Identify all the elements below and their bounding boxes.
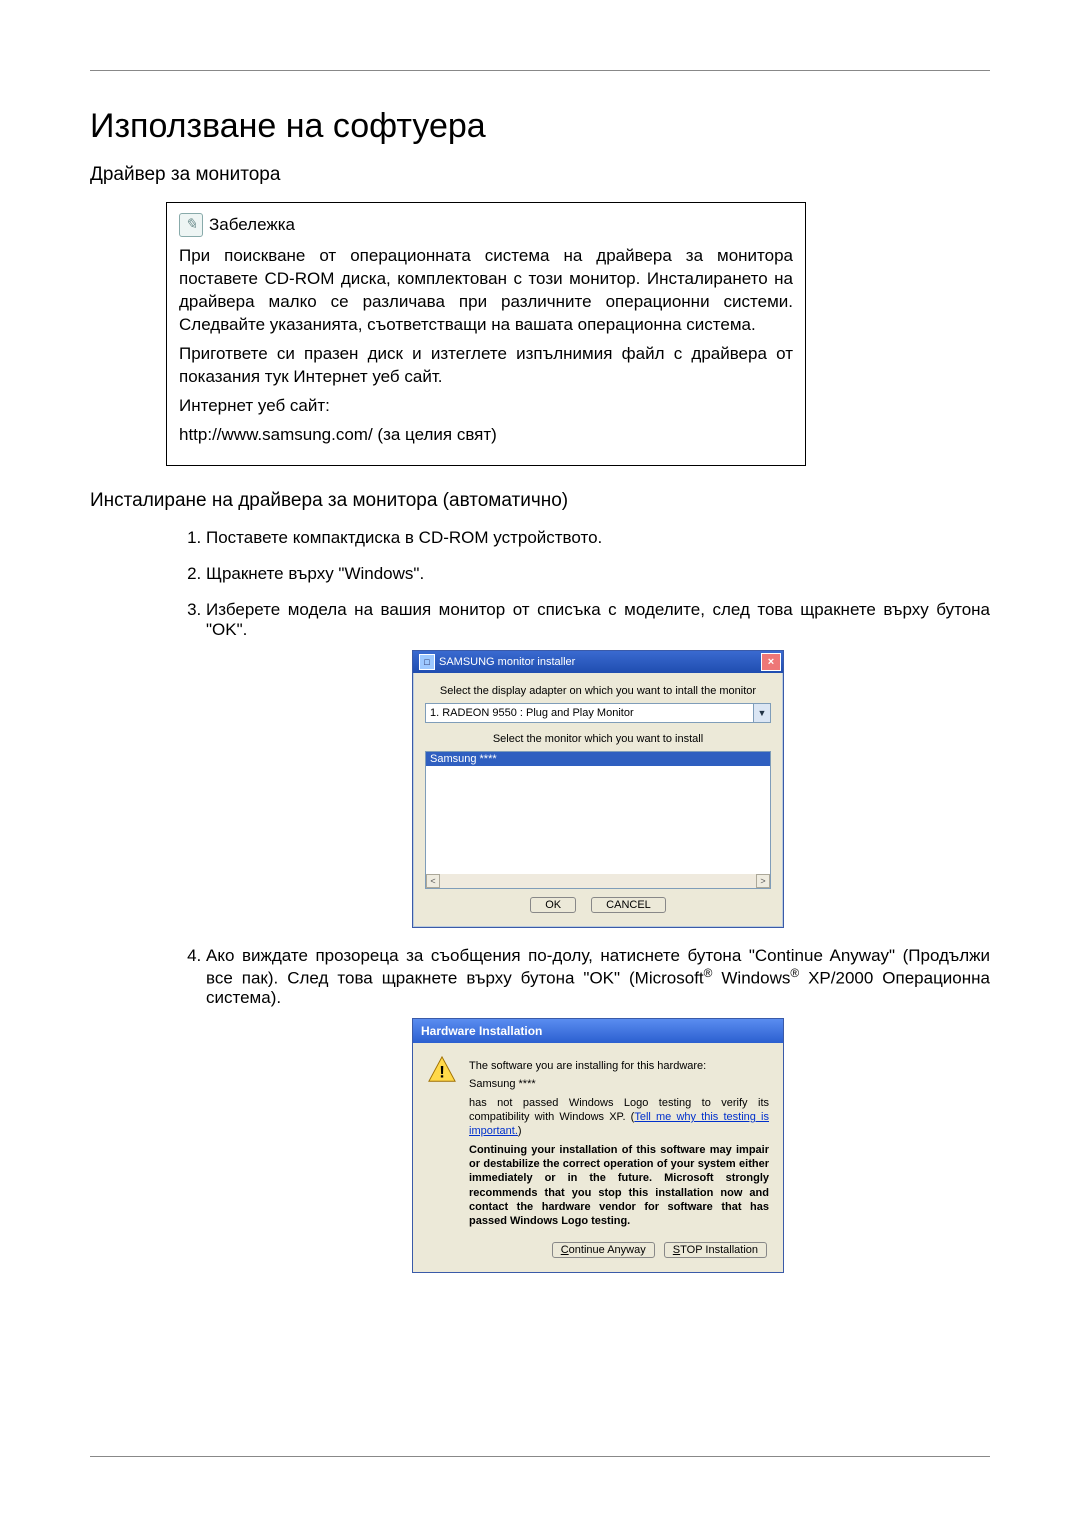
hw-message: The software you are installing for this… <box>469 1055 769 1232</box>
continue-anyway-button[interactable]: Continue Anyway <box>552 1242 655 1258</box>
scroll-left-icon[interactable]: < <box>426 874 440 888</box>
hw-title-text: Hardware Installation <box>421 1024 542 1038</box>
svg-text:!: ! <box>439 1063 445 1082</box>
adapter-combo[interactable]: 1. RADEON 9550 : Plug and Play Monitor ▼ <box>425 703 771 723</box>
hw-titlebar: Hardware Installation <box>413 1019 783 1043</box>
adapter-combo-value: 1. RADEON 9550 : Plug and Play Monitor <box>426 707 753 719</box>
cancel-button[interactable]: CANCEL <box>591 897 666 913</box>
step-4: Ако виждате прозореца за съобщения по-до… <box>206 946 990 1274</box>
hw-body: ! The software you are installing for th… <box>413 1043 783 1272</box>
close-icon[interactable]: × <box>761 653 781 671</box>
note-box: ✎ Забележка При поискване от операционна… <box>166 202 806 466</box>
page-title: Използване на софтуера <box>90 107 990 146</box>
monitor-selected-item[interactable]: Samsung **** <box>426 752 770 766</box>
installer-titlebar: □ SAMSUNG monitor installer × <box>413 651 783 673</box>
scroll-track[interactable] <box>440 874 756 888</box>
hw-bold-warning: Continuing your installation of this sof… <box>469 1143 769 1229</box>
hw-line3-b: ) <box>518 1125 522 1137</box>
step-3-text: Изберете модела на вашия монитор от спис… <box>206 600 990 639</box>
note-paragraph-2: Пригответе си празен диск и изтеглете из… <box>179 343 793 389</box>
install-steps-list: Поставете компактдиска в CD-ROM устройст… <box>166 528 990 1274</box>
screenshot-hardware-installation: Hardware Installation ! The softw <box>206 1018 990 1273</box>
step-2: Щракнете върху "Windows". <box>206 564 990 584</box>
installer-app-icon: □ <box>419 654 435 670</box>
adapter-label: Select the display adapter on which you … <box>425 685 771 697</box>
step-3: Изберете модела на вашия монитор от спис… <box>206 600 990 928</box>
note-site-label: Интернет уеб сайт: <box>179 396 330 415</box>
bottom-divider <box>90 1456 990 1457</box>
installer-window: □ SAMSUNG monitor installer × Select the… <box>412 650 784 928</box>
monitor-label: Select the monitor which you want to ins… <box>425 733 771 745</box>
registered-mark-2: ® <box>790 966 799 980</box>
note-paragraph-1: При поискване от операционната система н… <box>179 245 793 337</box>
horizontal-scrollbar[interactable]: < > <box>426 874 770 888</box>
installer-body: Select the display adapter on which you … <box>413 673 783 927</box>
hw-line3: has not passed Windows Logo testing to v… <box>469 1096 769 1139</box>
hw-line1: The software you are installing for this… <box>469 1059 769 1073</box>
note-site-line: Интернет уеб сайт: <box>179 395 793 418</box>
installer-button-row: OK CANCEL <box>425 889 771 917</box>
step-1: Поставете компактдиска в CD-ROM устройст… <box>206 528 990 548</box>
document-page: Използване на софтуера Драйвер за монито… <box>0 0 1080 1527</box>
screenshot-installer: □ SAMSUNG monitor installer × Select the… <box>206 650 990 928</box>
hardware-warning-dialog: Hardware Installation ! The softw <box>412 1018 784 1273</box>
note-icon: ✎ <box>179 213 203 237</box>
note-site-url: http://www.samsung.com/ (за целия свят) <box>179 424 793 447</box>
hw-line2: Samsung **** <box>469 1077 769 1091</box>
note-heading-text: Забележка <box>209 214 295 237</box>
ok-button[interactable]: OK <box>530 897 576 913</box>
section-install-heading: Инсталиране на драйвера за монитора (авт… <box>90 490 990 512</box>
monitor-listbox[interactable]: Samsung **** < > <box>425 751 771 889</box>
step-4-text-b: Windows <box>712 968 790 987</box>
stop-installation-button[interactable]: STOP Installation <box>664 1242 767 1258</box>
scroll-right-icon[interactable]: > <box>756 874 770 888</box>
section-driver-heading: Драйвер за монитора <box>90 164 990 186</box>
warning-icon: ! <box>427 1055 457 1085</box>
hw-content-row: ! The software you are installing for th… <box>427 1055 769 1232</box>
note-heading-row: ✎ Забележка <box>179 213 793 237</box>
installer-title-text: SAMSUNG monitor installer <box>439 656 761 668</box>
chevron-down-icon[interactable]: ▼ <box>753 704 770 722</box>
hw-button-row: Continue Anyway STOP Installation <box>427 1232 769 1260</box>
top-divider <box>90 70 990 71</box>
